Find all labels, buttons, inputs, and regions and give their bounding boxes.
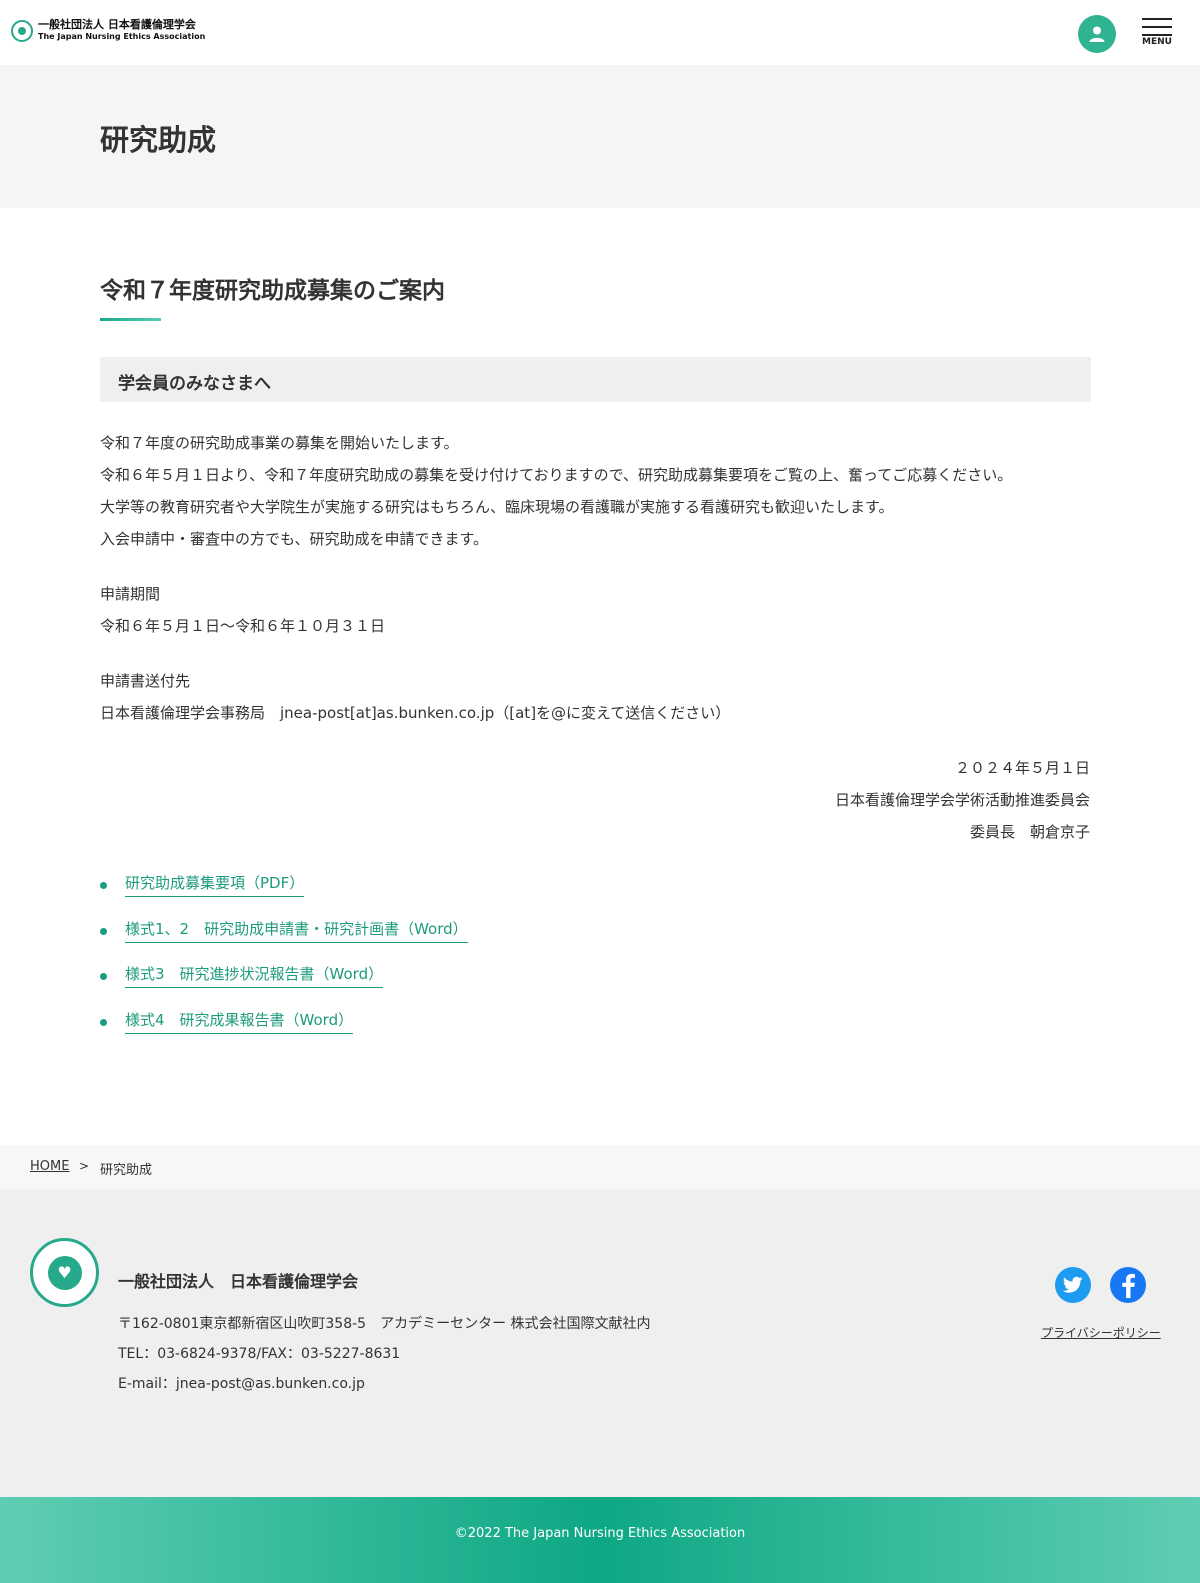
twitter-link[interactable]: [1055, 1267, 1091, 1303]
twitter-icon: [1063, 1276, 1083, 1293]
breadcrumb-separator: >: [79, 1159, 90, 1173]
breadcrumb-current: 研究助成: [100, 1163, 153, 1178]
logo-text: 一般社団法人 日本看護倫理学会 The Japan Nursing Ethics…: [38, 19, 205, 43]
subheading-box: 学会員のみなさまへ: [100, 357, 1091, 402]
signature-chair: 委員長 朝倉京子: [969, 823, 1090, 841]
facebook-icon: [1122, 1273, 1135, 1298]
period-label: 申請期間: [100, 585, 161, 603]
intro-paragraph-3: 大学等の教育研究者や大学院生が実施する研究はもちろん、臨床現場の看護職が実施する…: [100, 498, 894, 516]
site-logo-link[interactable]: 一般社団法人 日本看護倫理学会 The Japan Nursing Ethics…: [11, 19, 205, 43]
logo-name-ja: 一般社団法人 日本看護倫理学会: [38, 18, 196, 31]
page-title-band: 研究助成: [0, 65, 1200, 208]
destination-value: 日本看護倫理学会事務局 jnea-post[at]as.bunken.co.jp…: [100, 704, 731, 722]
site-footer: ♥ 一般社団法人 日本看護倫理学会 〒162-0801東京都新宿区山吹町358-…: [0, 1189, 1200, 1497]
intro-paragraph-1: 令和７年度の研究助成事業の募集を開始いたします。: [100, 434, 459, 452]
breadcrumb: HOME > 研究助成: [0, 1145, 1200, 1189]
form-3-word-link[interactable]: 様式3 研究進捗状況報告書（Word）: [125, 963, 384, 988]
menu-label: MENU: [1142, 37, 1172, 47]
heading-underline: [100, 318, 161, 321]
bullet-icon: [100, 927, 107, 935]
footer-phone-fax: TEL：03-6824-9378/FAX：03-5227-8631: [118, 1346, 401, 1362]
subheading: 学会員のみなさまへ: [118, 374, 271, 394]
bullet-icon: [100, 882, 107, 889]
period-value: 令和６年５月１日〜令和６年１０月３１日: [100, 617, 386, 635]
association-logo-icon: ♥: [47, 1255, 82, 1290]
footer-address: 〒162-0801東京都新宿区山吹町358-5 アカデミーセンター 株式会社国際…: [118, 1316, 651, 1332]
member-login-button[interactable]: [1078, 15, 1116, 53]
copyright-text: ©2022 The Japan Nursing Ethics Associati…: [454, 1526, 746, 1541]
signature-committee: 日本看護倫理学会学術活動推進委員会: [834, 791, 1090, 809]
footer-org-name: 一般社団法人 日本看護倫理学会: [118, 1272, 359, 1291]
site-header: 一般社団法人 日本看護倫理学会 The Japan Nursing Ethics…: [0, 0, 1200, 65]
breadcrumb-home-link[interactable]: HOME: [30, 1159, 69, 1174]
signature-date: ２０２４年５月１日: [954, 759, 1090, 777]
form-4-word-link[interactable]: 様式4 研究成果報告書（Word）: [125, 1009, 354, 1034]
menu-button[interactable]: MENU: [1142, 18, 1182, 58]
form-1-2-word-link[interactable]: 様式1、2 研究助成申請書・研究計画書（Word）: [125, 918, 468, 943]
guidelines-pdf-link[interactable]: 研究助成募集要項（PDF）: [125, 872, 305, 897]
destination-label: 申請書送付先: [100, 672, 191, 690]
intro-paragraph-2: 令和６年５月１日より、令和７年度研究助成の募集を受け付けておりますので、研究助成…: [100, 466, 1013, 484]
bullet-icon: [100, 1018, 107, 1026]
association-logo-icon: [11, 20, 33, 42]
section-heading: 令和７年度研究助成募集のご案内: [100, 278, 445, 304]
privacy-policy-link[interactable]: プライバシーポリシー: [1041, 1324, 1161, 1341]
intro-paragraph-4: 入会申請中・審査中の方でも、研究助成を申請できます。: [100, 530, 489, 548]
logo-name-en: The Japan Nursing Ethics Association: [38, 32, 206, 41]
bullet-icon: [100, 973, 107, 980]
footer-logo-link[interactable]: ♥: [30, 1238, 99, 1307]
hamburger-menu-icon: [1142, 18, 1182, 36]
copyright-bar: ©2022 The Japan Nursing Ethics Associati…: [0, 1497, 1200, 1583]
facebook-link[interactable]: [1110, 1267, 1146, 1303]
user-icon: [1089, 26, 1105, 42]
page-title: 研究助成: [100, 123, 217, 157]
footer-email: E-mail：jnea-post@as.bunken.co.jp: [118, 1376, 365, 1392]
